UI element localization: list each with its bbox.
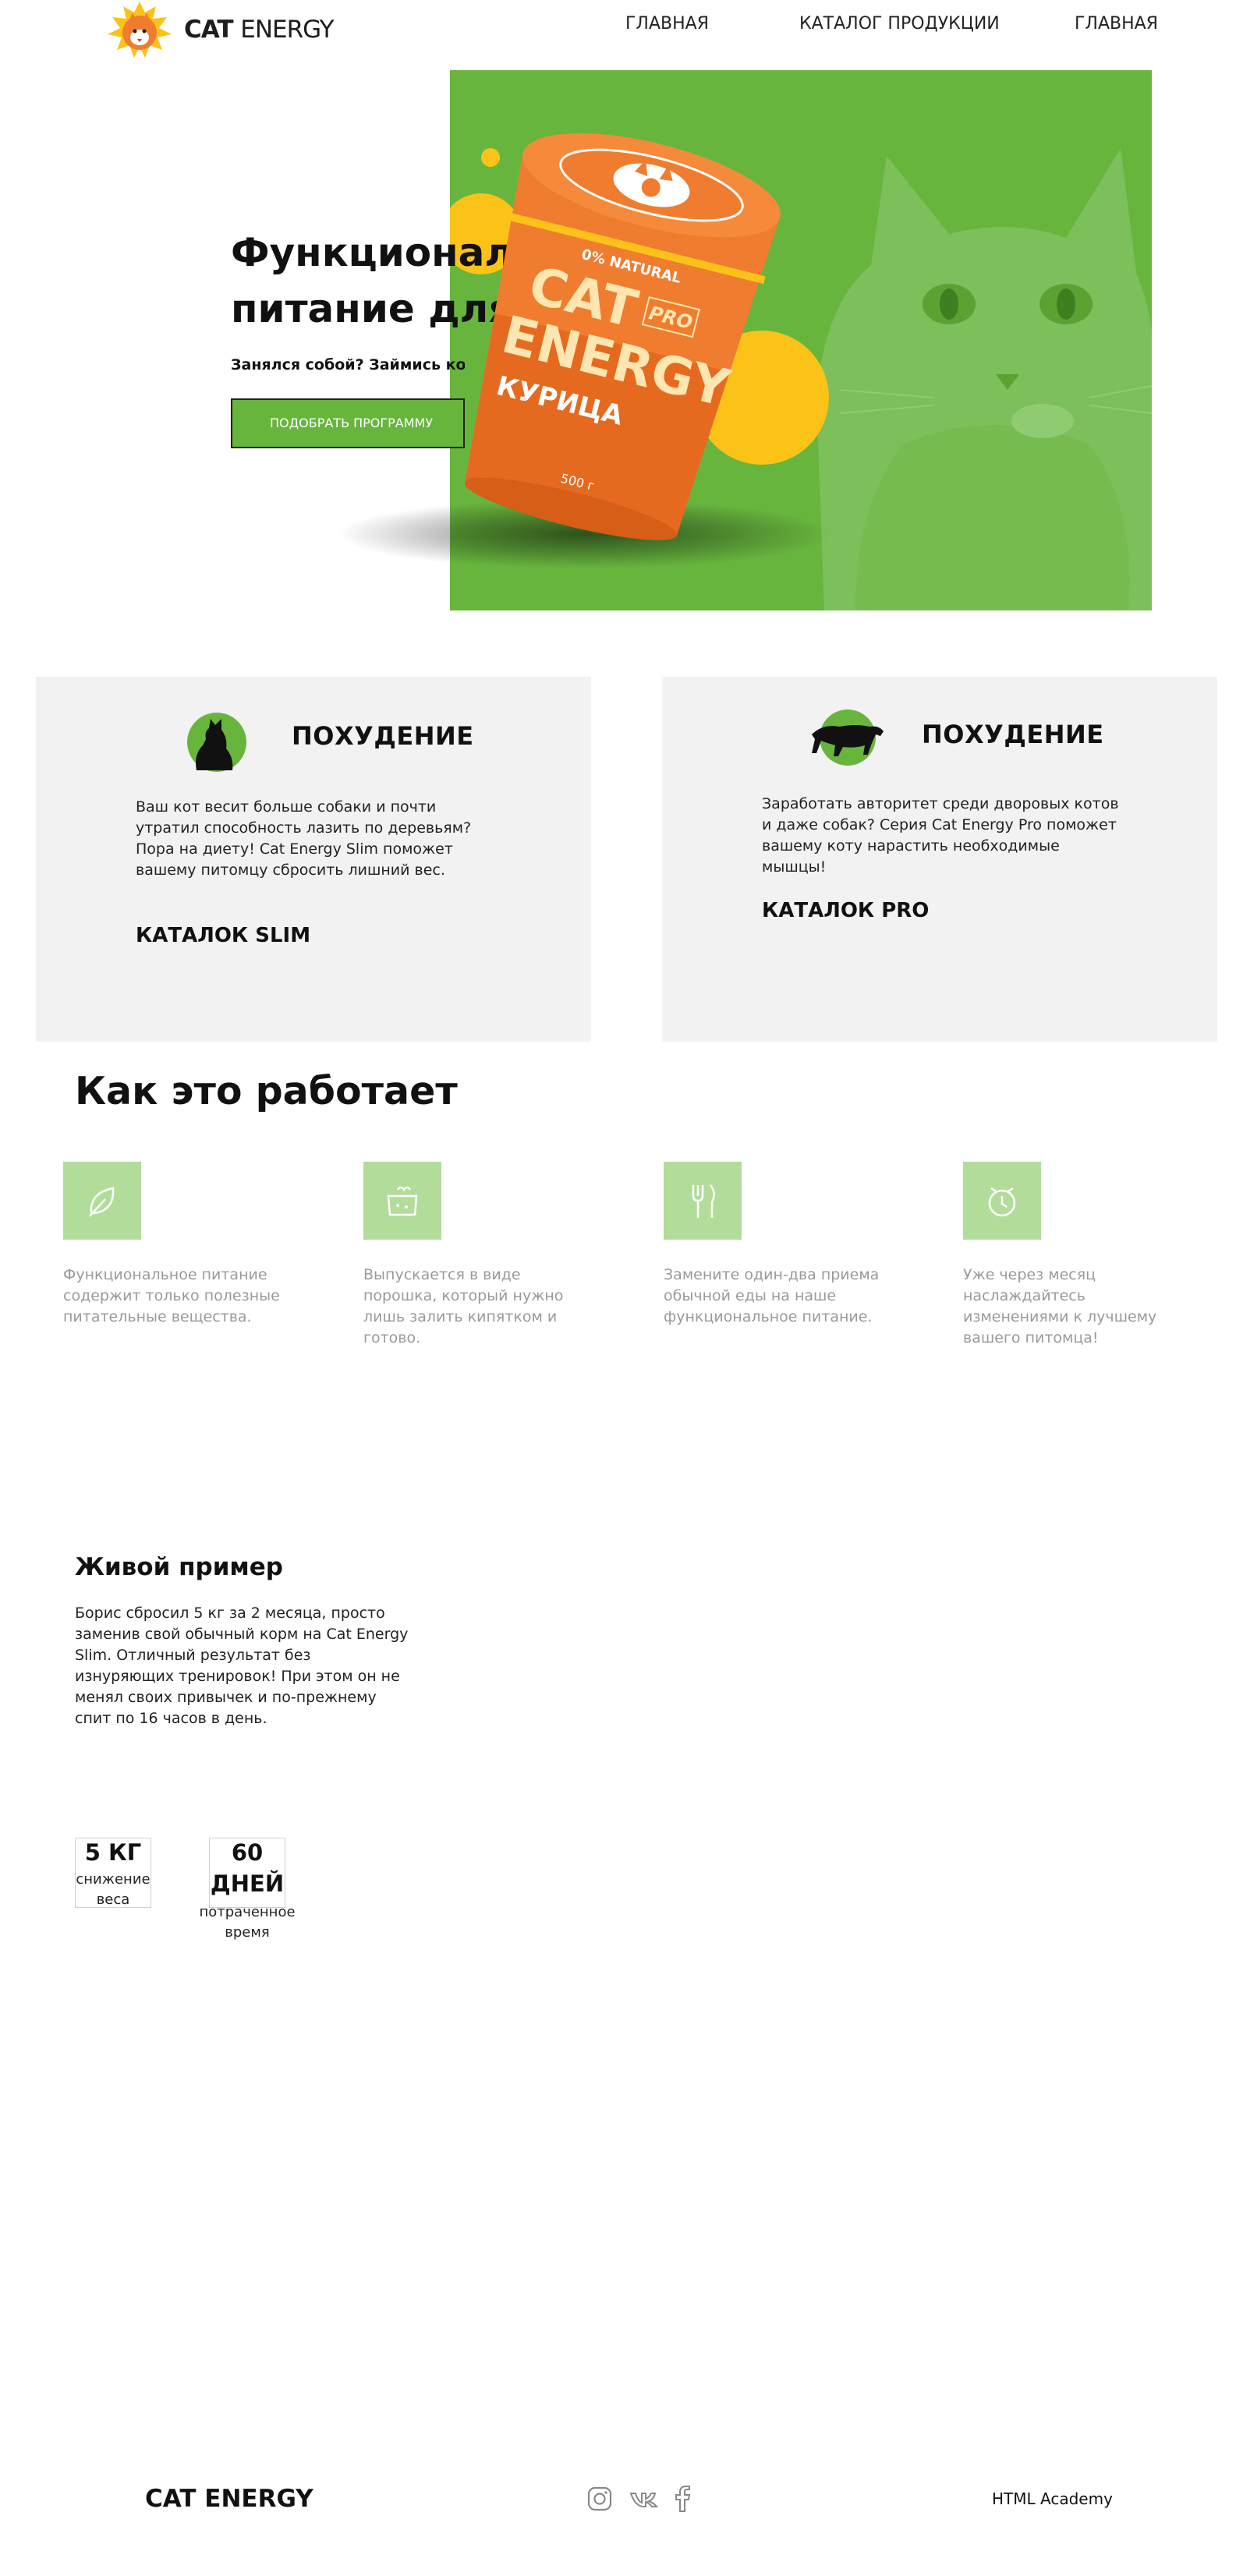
html-academy-link[interactable]: HTML Academy (992, 2489, 1113, 2509)
step-text-2: Выпускается в виде порошка, который нужн… (363, 1266, 564, 1346)
stat-days-label-1: потраченное (199, 1904, 296, 1920)
facebook-icon[interactable] (674, 2486, 691, 2512)
cat-silhouette-icon (186, 708, 248, 773)
pick-program-button[interactable]: ПОДОБРАТЬ ПРОГРАММУ (231, 398, 465, 448)
example-text: Борис сбросил 5 кг за 2 месяца, просто з… (75, 1605, 409, 1727)
catalog-card-slim: ПОХУДЕНИЕ Ваш кот весит больше собаки и … (36, 677, 591, 1042)
example-title: Живой пример (75, 1553, 283, 1581)
card-text-pro: Заработать авторитет среди дворовых кото… (762, 795, 1119, 876)
stat-weight-label-2: веса (96, 1891, 130, 1908)
leaf-icon (63, 1162, 141, 1240)
logo-text[interactable]: CAT ENERGY (184, 16, 335, 44)
step-text-4: Уже через месяц наслаждайтесь изменениям… (963, 1266, 1157, 1346)
logo-text-light: ENERGY (240, 16, 334, 44)
footer-logo[interactable]: CAT ENERGY (145, 2485, 313, 2513)
stat-days-value: 60 (231, 1839, 264, 1866)
catalog-card-pro: ПОХУДЕНИЕ Заработать авторитет среди дво… (662, 677, 1217, 1042)
card-title-pro: ПОХУДЕНИЕ (922, 720, 1104, 749)
stat-days-unit: ДНЕЙ (210, 1870, 285, 1897)
panther-icon (809, 706, 887, 769)
step-text-1: Функциональное питание содержит только п… (63, 1266, 280, 1325)
how-title: Как это работает (75, 1069, 458, 1113)
step-text-3: Замените один-два приема обычной еды на … (664, 1266, 880, 1325)
vk-icon[interactable] (629, 2486, 660, 2512)
card-title-slim: ПОХУДЕНИЕ (292, 721, 474, 751)
powder-bowl-icon (363, 1162, 441, 1240)
nav-main-2[interactable]: ГЛАВНАЯ (1075, 14, 1158, 34)
alarm-clock-icon (963, 1162, 1041, 1240)
nav-catalog[interactable]: КАТАЛОГ ПРОДУКЦИИ (799, 14, 1000, 34)
product-pack-image: 0% NATURAL CAT PRO ENERGY КУРИЦА 500 г (437, 109, 795, 546)
catalog-pro-link[interactable]: КАТАЛОК PRO (762, 898, 929, 923)
logo-fox-icon[interactable] (104, 0, 175, 62)
hero-subtitle: Занялся собой? Займись котом! (231, 356, 465, 373)
stat-weight-label-1: снижение (76, 1871, 151, 1888)
instagram-icon[interactable] (586, 2486, 613, 2512)
card-text-slim: Ваш кот весит больше собаки и почти утра… (136, 798, 472, 879)
nav-main[interactable]: ГЛАВНАЯ (625, 14, 709, 34)
fork-knife-icon (664, 1162, 742, 1240)
stat-days-label-2: время (225, 1924, 270, 1941)
logo-text-bold: CAT (184, 16, 233, 44)
stat-weight-value: 5 КГ (84, 1839, 142, 1866)
catalog-slim-link[interactable]: КАТАЛОК SLIM (136, 923, 310, 948)
